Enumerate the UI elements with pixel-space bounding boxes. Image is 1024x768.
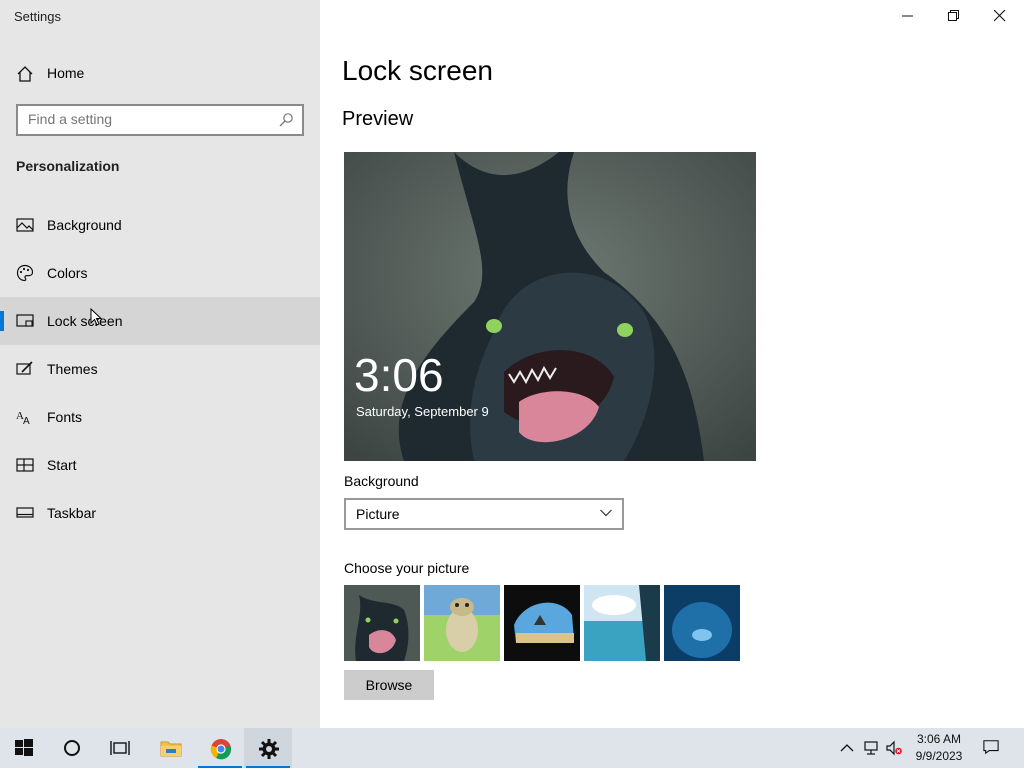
taskbar [0,728,1024,768]
preview-heading: Preview [342,108,414,130]
underwater-diver-thumbnail-image [664,585,740,661]
sidebar-item-label: Start [47,457,77,473]
sidebar-item-start[interactable]: Start [0,441,320,489]
taskbar-icon [16,507,34,518]
chevron-up-icon[interactable] [839,740,855,756]
brush-icon [16,361,33,375]
sidebar-item-label: Background [47,217,122,233]
active-indicator [0,311,4,331]
start-button[interactable] [0,728,48,768]
chrome-button[interactable] [196,728,244,768]
sidebar-item-background[interactable]: Background [0,201,320,249]
mouse-cursor-icon [90,308,102,326]
windows-logo-icon [15,739,33,756]
sidebar-item-label: Lock screen [47,313,123,329]
restore-icon [948,10,959,21]
search-icon[interactable] [278,112,294,128]
settings-taskbar-button[interactable] [244,728,292,768]
background-dropdown-value: Picture [356,506,400,522]
ocean-window-thumbnail-image [584,585,660,661]
restore-button[interactable] [932,0,978,32]
close-button[interactable] [978,0,1024,32]
task-view-button[interactable] [96,728,144,768]
minimize-icon [902,15,913,17]
picture-icon [16,218,34,232]
font-icon: A A [16,410,30,426]
choose-picture-label: Choose your picture [344,560,470,576]
dragon-creature-thumbnail-image [344,585,420,661]
lock-time: 3:06 [354,349,444,401]
picture-thumbnail[interactable] [344,585,420,661]
start-tiles-icon [16,458,34,472]
home-icon [17,66,33,82]
chevron-down-icon [600,509,612,517]
picture-thumbnail[interactable] [584,585,660,661]
nav-home-label: Home [47,65,85,81]
sidebar-item-taskbar[interactable]: Taskbar [0,489,320,537]
background-label: Background [344,473,419,489]
sidebar-item-label: Themes [47,361,98,377]
volume-muted-icon[interactable] [886,740,902,756]
lock-screen-icon [16,314,34,327]
browse-button[interactable]: Browse [344,670,434,700]
palette-icon [16,264,34,282]
task-view-icon [110,741,130,755]
search-box[interactable] [16,104,304,136]
page-title: Lock screen [342,55,493,86]
gear-icon [259,739,279,759]
minimize-button[interactable] [886,0,932,32]
close-icon [994,10,1006,22]
sidebar-item-label: Colors [47,265,88,281]
picture-thumbnail[interactable] [504,585,580,661]
background-dropdown[interactable]: Picture [344,498,624,530]
sidebar-item-themes[interactable]: Themes [0,345,320,393]
folder-icon [160,741,182,757]
picture-thumbnail[interactable] [664,585,740,661]
clock-time: 3:06 AM [916,732,962,746]
sidebar-item-fonts[interactable]: A A Fonts [0,393,320,441]
action-center-icon[interactable] [983,739,999,755]
network-icon[interactable] [863,740,879,756]
cartoon-creature-thumbnail-image [424,585,500,661]
section-title: Personalization [16,158,120,174]
svg-text:A: A [23,416,30,426]
nav-home[interactable]: Home [0,56,320,90]
clock-date: 9/9/2023 [915,749,963,763]
sidebar-item-lock-screen[interactable]: Lock screen [0,297,320,345]
beach-cave-thumbnail-image [504,585,580,661]
picture-thumbnail[interactable] [424,585,500,661]
sidebar-item-label: Fonts [47,409,83,425]
sidebar-item-label: Taskbar [47,505,97,521]
cortana-circle-icon [64,740,80,756]
file-explorer-button[interactable] [146,728,194,768]
taskbar-clock[interactable]: 3:06 AM 9/9/2023 [904,731,974,765]
cortana-button[interactable] [48,728,96,768]
app-title: Settings [14,9,61,24]
lock-date: Saturday, September 9 [356,404,489,419]
search-input[interactable] [18,106,268,132]
sidebar-item-colors[interactable]: Colors [0,249,320,297]
chrome-icon [210,739,232,760]
